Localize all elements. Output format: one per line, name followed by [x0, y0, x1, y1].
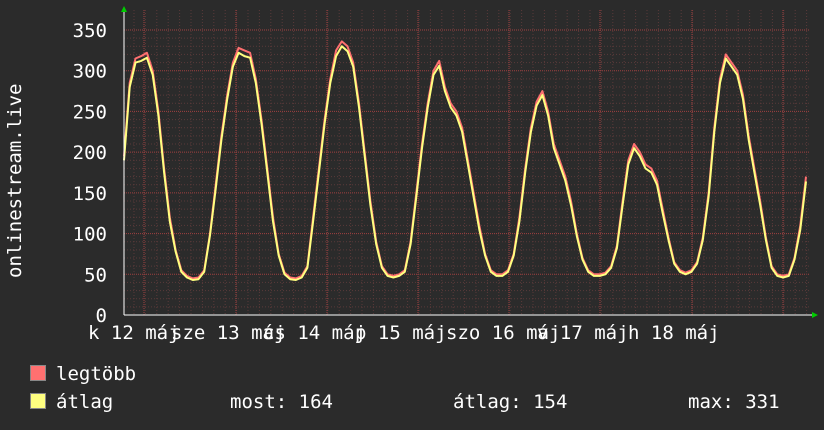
y-tick-label: 50: [84, 264, 107, 286]
y-tick-label: 300: [73, 61, 107, 83]
x-tick-label: p 15 máj: [355, 322, 447, 344]
legend-label-avg: átlag: [56, 391, 114, 413]
stat-maximum: max: 331: [688, 391, 780, 413]
legend-swatch-max: [30, 365, 46, 381]
y-tick-label: 200: [73, 142, 107, 164]
x-tick-labels: k 12 májsze 13 májcs 14 májp 15 máj szo 1…: [88, 322, 720, 344]
y-tick-label: 350: [73, 20, 107, 42]
legend-item-avg: átlag: [30, 391, 113, 413]
x-tick-label: v 17 máj: [537, 322, 629, 344]
y-tick-label: 250: [73, 101, 107, 123]
legend-label-max: legtöbb: [56, 363, 137, 385]
x-tick-label: h 18 máj: [628, 322, 720, 344]
x-tick-label: cs 14 máj: [263, 322, 366, 344]
legend-swatch-avg: [30, 393, 46, 409]
stat-average: átlag: 154: [453, 391, 568, 413]
y-tick-label: 150: [73, 183, 107, 205]
stat-current: most: 164: [230, 391, 333, 413]
legend-item-max: legtöbb: [30, 363, 136, 385]
x-tick-label: k 12 máj: [88, 322, 180, 344]
y-axis-label: onlinestream.live: [4, 83, 26, 278]
y-tick-label: 100: [73, 224, 107, 246]
